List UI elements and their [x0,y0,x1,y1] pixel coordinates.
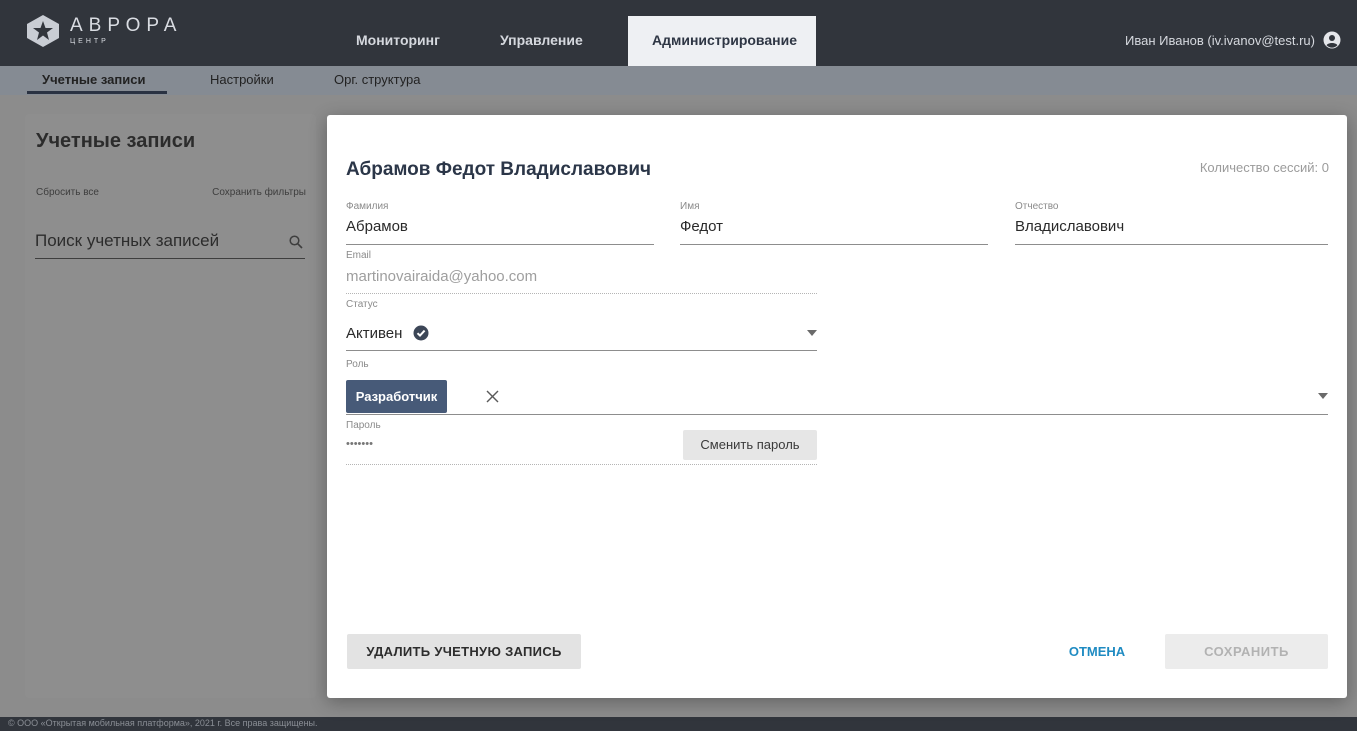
edit-account-dialog: Абрамов Федот Владиславович Количество с… [327,115,1347,698]
chevron-down-icon [1318,393,1328,399]
cancel-button[interactable]: ОТМЕНА [1065,634,1129,669]
search-icon [289,235,303,249]
first-name-field[interactable]: Имя Федот [680,201,988,245]
email-field: Email martinovairaida@yahoo.com [346,250,817,294]
check-circle-icon [413,325,429,341]
search-placeholder: Поиск учетных записей [35,231,220,250]
subnav-org-structure[interactable]: Орг. структура [334,72,421,87]
role-label: Роль [346,359,369,370]
chevron-down-icon [807,330,817,336]
nav-administration[interactable]: Администрирование [628,16,816,66]
password-label: Пароль [346,420,381,431]
status-value: Активен [346,325,403,342]
brand-subtitle: ЦЕНТР [70,38,109,45]
password-value: ••••••• [346,438,373,450]
footer: © ООО «Открытая мобильная платформа», 20… [0,717,1357,731]
star-logo-icon [27,15,59,47]
subnav-settings[interactable]: Настройки [210,72,274,87]
nav-management[interactable]: Управление [466,16,628,66]
accounts-search-input[interactable]: Поиск учетных записей [35,231,305,259]
middle-name-field[interactable]: Отчество Владиславович [1015,201,1328,245]
first-name-label: Имя [680,201,700,212]
sub-nav: Учетные записи Настройки Орг. структура [0,66,1357,95]
status-value-wrap: Активен [346,325,429,342]
middle-name-label: Отчество [1015,201,1059,212]
save-filters-link[interactable]: Сохранить фильтры [212,187,306,198]
top-bar: АВРОРА ЦЕНТР Мониторинг Управление Админ… [0,0,1357,66]
email-value: martinovairaida@yahoo.com [346,268,538,285]
session-count: Количество сессий: 0 [1199,160,1329,175]
user-menu[interactable]: Иван Иванов (iv.ivanov@test.ru) [1125,31,1341,49]
status-select[interactable]: Статус Активен [346,299,817,351]
subnav-accounts[interactable]: Учетные записи [42,72,145,87]
brand-title: АВРОРА [70,15,183,36]
last-name-field[interactable]: Фамилия Абрамов [346,201,654,245]
close-icon[interactable] [486,390,499,403]
change-password-button[interactable]: Сменить пароль [683,430,817,460]
role-select[interactable]: Роль Разработчик [346,359,1328,415]
role-chip[interactable]: Разработчик [346,380,447,413]
first-name-value: Федот [680,218,724,235]
main-nav: Мониторинг Управление Администрирование [326,16,816,66]
nav-monitoring[interactable]: Мониторинг [326,16,466,66]
copyright-text: © ООО «Открытая мобильная платформа», 20… [8,718,318,728]
brand-text: АВРОРА ЦЕНТР [70,16,182,46]
active-tab-indicator [27,91,167,94]
last-name-value: Абрамов [346,218,408,235]
last-name-label: Фамилия [346,201,389,212]
user-circle-icon [1323,31,1341,49]
delete-account-button[interactable]: УДАЛИТЬ УЧЕТНУЮ ЗАПИСЬ [347,634,581,669]
brand-logo[interactable]: АВРОРА ЦЕНТР [26,14,182,48]
middle-name-value: Владиславович [1015,218,1125,235]
reset-filters-link[interactable]: Сбросить все [36,187,99,198]
dialog-title: Абрамов Федот Владиславович [346,159,652,180]
status-label: Статус [346,299,378,310]
panel-title: Учетные записи [36,130,196,152]
email-label: Email [346,250,372,261]
user-name: Иван Иванов (iv.ivanov@test.ru) [1125,32,1315,48]
save-button[interactable]: СОХРАНИТЬ [1165,634,1328,669]
accounts-panel: Учетные записи Сбросить все Сохранить фи… [25,114,316,698]
